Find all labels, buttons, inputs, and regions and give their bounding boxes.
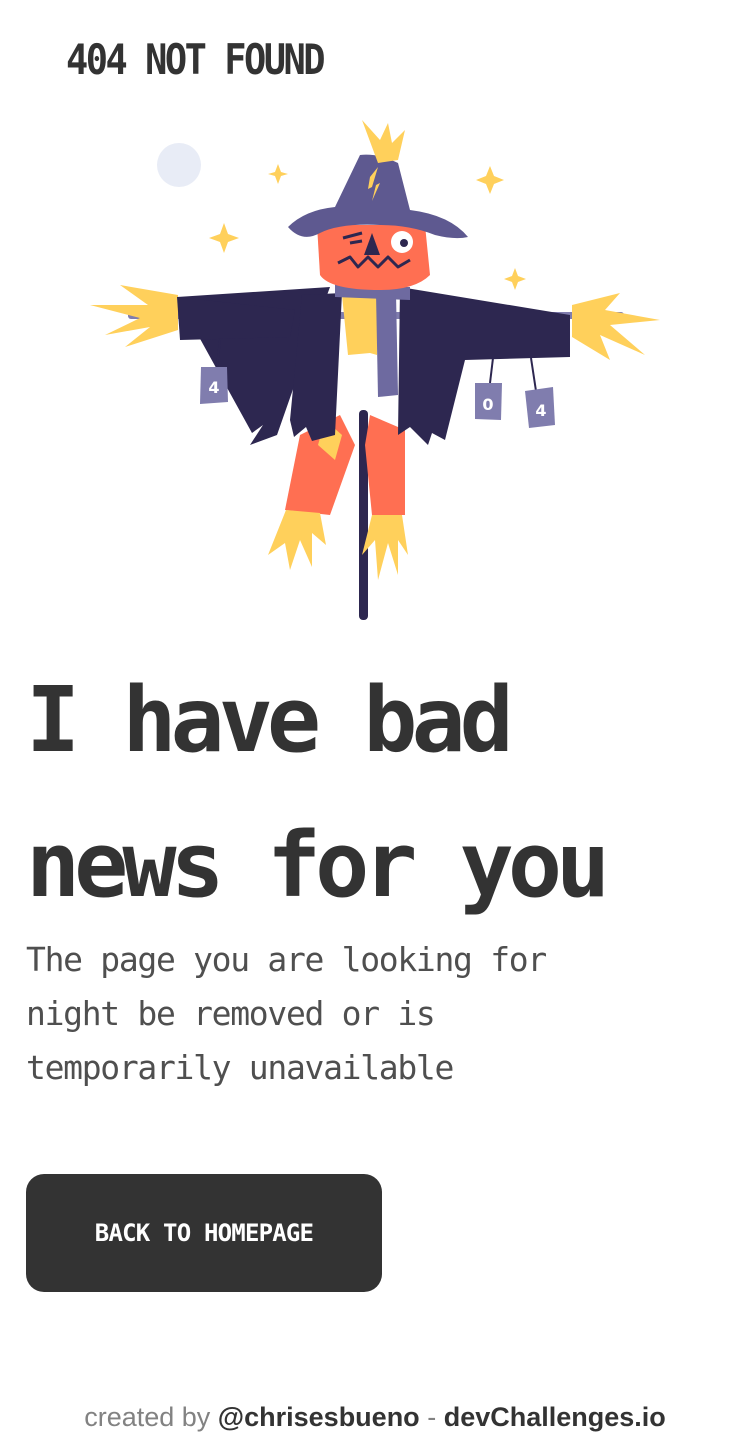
scarecrow-illustration: 4 0 4: [90, 120, 660, 620]
headline-line-1: I have bad: [26, 668, 514, 773]
author-link[interactable]: @chrisesbueno: [218, 1402, 420, 1432]
straw-left-hand: [90, 285, 178, 347]
can-right-label: 4: [535, 401, 546, 420]
message-line-2: night be removed or is: [26, 994, 436, 1033]
footer-separator: -: [427, 1402, 437, 1432]
error-message: The page you are looking for night be re…: [26, 933, 726, 1095]
scarecrow-legs: [268, 415, 408, 580]
can-left-label: 4: [208, 378, 219, 397]
back-to-homepage-button[interactable]: BACK TO HOMEPAGE: [26, 1174, 382, 1292]
scarecrow-shirt: [342, 295, 380, 355]
site-link[interactable]: devChallenges.io: [444, 1402, 666, 1432]
straw-right-hand: [572, 293, 660, 360]
message-line-3: temporarily unavailable: [26, 1048, 454, 1087]
scarecrow-hat: [288, 120, 468, 239]
headline-line-2: news for you: [26, 813, 610, 918]
scarecrow-head: [317, 225, 430, 290]
error-headline: I have bad news for you: [26, 648, 736, 938]
can-right: 4: [525, 357, 555, 428]
footer-prefix: created by: [84, 1402, 211, 1432]
can-middle-label: 0: [482, 395, 493, 414]
can-middle: 0: [475, 357, 502, 420]
footer-credits: created by @chrisesbueno - devChallenges…: [0, 1402, 750, 1433]
message-line-1: The page you are looking for: [26, 940, 547, 979]
site-logo-title: 404 NOT FOUND: [66, 36, 326, 85]
moon-icon: [157, 143, 201, 187]
